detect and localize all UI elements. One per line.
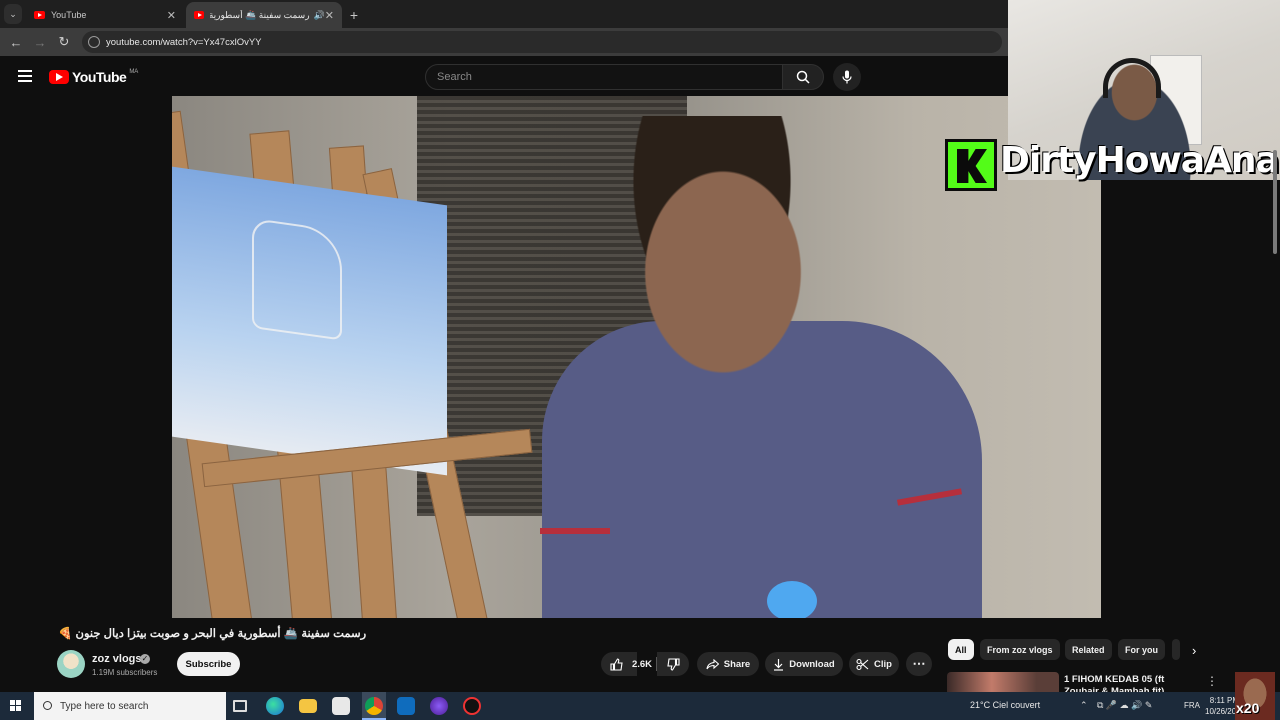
chip-partial[interactable]: [1172, 639, 1180, 660]
weather-widget[interactable]: 21°C Ciel couvert: [970, 700, 1040, 710]
sidebar-area: [1101, 180, 1280, 620]
like-count[interactable]: 2.6K: [626, 652, 658, 676]
obs-icon[interactable]: [463, 697, 481, 715]
input-language[interactable]: FRA: [1184, 701, 1200, 710]
taskbar-search-input[interactable]: Type here to search: [34, 692, 226, 720]
chrome-taskbar-button[interactable]: [362, 692, 386, 720]
browser-tab-bar: ⌄ YouTube ✕ رسمت سفينة 🚢 أسطورية في 🔊 ✕ …: [0, 0, 1008, 28]
tab-label: رسمت سفينة 🚢 أسطورية في: [210, 9, 310, 20]
overlay-badge: x20: [1236, 700, 1260, 716]
browser-toolbar: ← → ↻ youtube.com/watch?v=Yx47cxlOvYY: [0, 28, 1008, 56]
video-title: رسمت سفينة 🚢 أسطورية في البحر و صوبت بيت…: [58, 628, 367, 640]
more-actions-button[interactable]: ⋯: [906, 652, 932, 676]
download-label: Download: [789, 658, 835, 670]
more-icon: ⋯: [912, 656, 926, 671]
painted-ship: [252, 217, 342, 341]
back-arrow-icon[interactable]: ←: [4, 35, 28, 50]
menu-icon[interactable]: [18, 70, 32, 82]
download-button[interactable]: Download: [765, 652, 843, 676]
kebab-menu-icon[interactable]: ⋮: [1206, 674, 1218, 688]
edge-icon[interactable]: [266, 697, 284, 715]
dislike-button[interactable]: [657, 652, 689, 676]
close-tab-icon[interactable]: ✕: [325, 9, 334, 22]
scissors-icon: [856, 658, 869, 670]
share-label: Share: [723, 658, 751, 670]
messenger-icon[interactable]: [430, 697, 448, 715]
chrome-icon: [365, 697, 383, 715]
task-view-icon[interactable]: [233, 700, 247, 712]
youtube-header: YouTube MA Search: [0, 58, 1008, 96]
tab-current-video[interactable]: رسمت سفينة 🚢 أسطورية في 🔊 ✕: [186, 2, 342, 28]
youtube-favicon-icon: [194, 11, 205, 19]
video-frame-face: [602, 116, 822, 376]
clock-time: 8:11 PM: [1209, 696, 1239, 705]
tab-label: YouTube: [51, 10, 87, 20]
recommendation-title[interactable]: 1 FIHOM KEDAB 05 (ft Zoubair & Mambah fi…: [1064, 674, 1199, 692]
kick-logo-icon: [945, 139, 997, 191]
chevron-right-icon[interactable]: ›: [1192, 643, 1196, 658]
search-icon: [43, 701, 52, 710]
file-explorer-icon[interactable]: [299, 699, 317, 713]
subscribe-button[interactable]: Subscribe: [177, 652, 240, 676]
country-code: MA: [129, 69, 139, 75]
search-button[interactable]: [782, 64, 824, 90]
search-input[interactable]: Search: [425, 64, 783, 90]
thumbs-down-icon: [666, 657, 680, 671]
chip-from-channel[interactable]: From zoz vlogs: [980, 639, 1060, 660]
new-tab-button[interactable]: +: [344, 2, 364, 28]
painting-canvas: [172, 166, 447, 476]
chip-for-you[interactable]: For you: [1118, 639, 1165, 660]
search-icon: [796, 70, 810, 84]
streamer-name: DirtyHowaAna: [1000, 140, 1280, 181]
recommendation-thumbnail[interactable]: [947, 672, 1059, 692]
close-tab-icon[interactable]: ✕: [167, 9, 176, 22]
windows-start-icon[interactable]: [10, 700, 22, 712]
youtube-favicon-icon: [34, 11, 45, 19]
voice-search-button[interactable]: [833, 63, 861, 91]
share-icon: [706, 658, 719, 669]
tray-icons[interactable]: ⧉ 🎤 ☁ 🔊 ✎: [1097, 700, 1152, 711]
windows-taskbar: Type here to search 21°C Ciel couvert ⌃ …: [0, 692, 1280, 720]
reload-icon[interactable]: ↻: [52, 34, 76, 50]
logo-text: YouTube: [72, 69, 127, 85]
share-button[interactable]: Share: [697, 652, 759, 676]
scrollbar[interactable]: [1273, 150, 1277, 254]
chip-related[interactable]: Related: [1065, 639, 1112, 660]
outlook-icon[interactable]: [397, 697, 415, 715]
video-frame-object: [767, 581, 817, 618]
taskbar-search-placeholder: Type here to search: [60, 700, 149, 712]
speaker-icon[interactable]: 🔊: [314, 10, 325, 21]
youtube-play-icon: [49, 70, 69, 84]
url-text: youtube.com/watch?v=Yx47cxlOvYY: [106, 36, 262, 48]
verified-icon: ✓: [140, 654, 150, 664]
microphone-icon: [842, 70, 852, 84]
subscriber-count: 1.19M subscribers: [92, 668, 158, 677]
download-icon: [774, 658, 784, 671]
clock[interactable]: 8:11 PM 10/26/2024: [1205, 695, 1246, 717]
channel-avatar[interactable]: [57, 650, 85, 678]
store-icon[interactable]: [332, 697, 350, 715]
channel-name[interactable]: zoz vlogs: [92, 653, 142, 665]
video-frame-stripe: [540, 528, 610, 534]
tray-chevron-icon[interactable]: ⌃: [1080, 700, 1088, 711]
tab-youtube[interactable]: YouTube ✕: [26, 2, 184, 28]
like-count-text: 2.6K: [631, 658, 653, 670]
youtube-logo[interactable]: YouTube MA: [49, 69, 138, 85]
chip-all[interactable]: All: [948, 639, 974, 660]
forward-arrow-icon[interactable]: →: [28, 35, 52, 50]
clock-date: 10/26/2024: [1205, 707, 1246, 716]
tab-list-button[interactable]: ⌄: [4, 4, 22, 24]
clip-label: Clip: [874, 658, 892, 670]
clip-button[interactable]: Clip: [849, 652, 899, 676]
thumbs-up-icon: [610, 657, 623, 671]
address-bar[interactable]: youtube.com/watch?v=Yx47cxlOvYY: [82, 31, 1002, 53]
site-info-icon[interactable]: [88, 36, 100, 48]
